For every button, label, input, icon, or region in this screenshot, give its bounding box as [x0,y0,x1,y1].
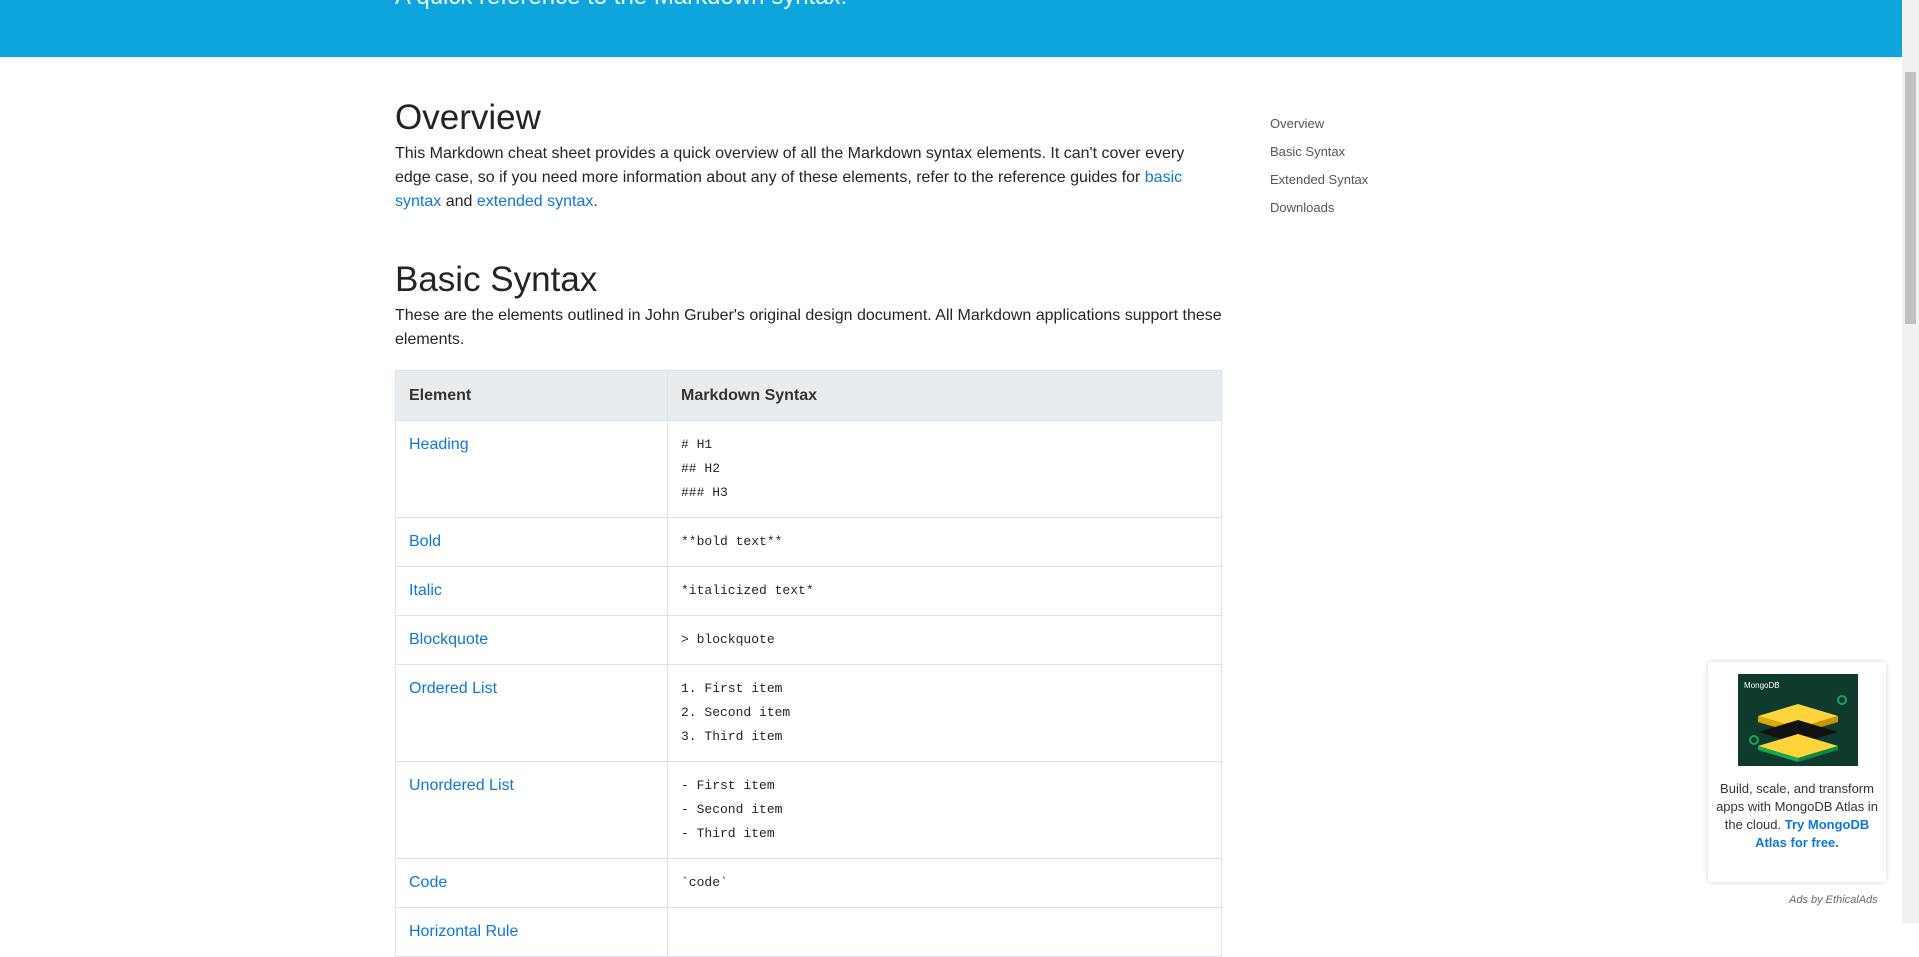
syntax-line: `code` [681,875,728,890]
ad-brand-text: MongoDB [1744,681,1780,690]
element-cell: Code [395,858,668,908]
table-row: Unordered List - First item - Second item -… [395,761,1222,859]
overview-text-and: and [441,193,477,210]
toc-item-overview[interactable]: Overview [1270,110,1368,138]
element-cell: Ordered List [395,664,668,762]
syntax-cell [667,907,1222,957]
syntax-line: ## H2 [681,461,721,476]
syntax-line: ### H3 [681,485,728,500]
table-of-contents: Overview Basic Syntax Extended Syntax Do… [1270,110,1368,222]
element-link[interactable]: Ordered List [409,680,497,697]
table-row: Horizontal Rule [395,907,1222,957]
table-row: Ordered List 1. First item 2. Second item 3… [395,664,1222,762]
syntax-cell: `code` [667,858,1222,908]
element-cell: Unordered List [395,761,668,859]
table-row: Heading # H1 ## H2 ### H3 [395,420,1222,518]
element-cell: Bold [395,517,668,567]
syntax-line: *italicized text* [681,583,814,598]
syntax-line: - First item [681,778,775,793]
toc-item-basic-syntax[interactable]: Basic Syntax [1270,138,1368,166]
element-link[interactable]: Blockquote [409,631,488,648]
syntax-cell: - First item - Second item - Third item [667,761,1222,859]
element-cell: Heading [395,420,668,518]
syntax-line: - Third item [681,826,775,841]
basic-syntax-heading: Basic Syntax [395,260,598,299]
syntax-line: **bold text** [681,534,783,549]
syntax-cell: # H1 ## H2 ### H3 [667,420,1222,518]
overview-text: This Markdown cheat sheet provides a qui… [395,145,1185,186]
scrollbar-thumb[interactable] [1905,72,1916,324]
toc-item-downloads[interactable]: Downloads [1270,194,1368,222]
ad-attribution[interactable]: Ads by EthicalAds [1789,894,1878,906]
page-header-banner: A quick reference to the Markdown syntax… [0,0,1902,57]
syntax-line: 3. Third item [681,729,783,744]
element-link[interactable]: Italic [409,582,442,599]
main-content: Overview This Markdown cheat sheet provi… [395,94,1222,957]
table-row: Blockquote > blockquote [395,615,1222,665]
element-cell: Italic [395,566,668,616]
syntax-cell: *italicized text* [667,566,1222,616]
ad-image[interactable]: MongoDB [1738,674,1858,766]
overview-paragraph: This Markdown cheat sheet provides a qui… [395,142,1222,214]
page-subtitle: A quick reference to the Markdown syntax… [395,0,847,11]
overview-heading: Overview [395,98,541,137]
syntax-cell: **bold text** [667,517,1222,567]
table-header-row: Element Markdown Syntax [395,370,1222,421]
element-link[interactable]: Bold [409,533,441,550]
ad-card[interactable]: MongoDB Build, scale, and transform apps… [1708,662,1886,882]
syntax-cell: 1. First item 2. Second item 3. Third item [667,664,1222,762]
syntax-line: # H1 [681,437,713,452]
syntax-table: Element Markdown Syntax Heading # H1 ## H2… [395,370,1222,957]
syntax-cell: > blockquote [667,615,1222,665]
basic-syntax-paragraph: These are the elements outlined in John … [395,307,1222,348]
syntax-line: - Second item [681,802,783,817]
column-header-element: Element [395,370,668,421]
ad-copy: Build, scale, and transform apps with Mo… [1716,780,1878,852]
element-link[interactable]: Horizontal Rule [409,923,518,940]
extended-syntax-link[interactable]: extended syntax [477,193,594,210]
element-link[interactable]: Unordered List [409,777,514,794]
element-cell: Horizontal Rule [395,907,668,957]
element-link[interactable]: Code [409,874,447,891]
column-header-syntax: Markdown Syntax [667,370,1222,421]
overview-text-end: . [593,193,598,210]
mongodb-layers-illustration: MongoDB [1738,674,1858,766]
syntax-line: 1. First item [681,681,783,696]
table-row: Italic *italicized text* [395,566,1222,616]
table-row: Code `code` [395,858,1222,908]
element-link[interactable]: Heading [409,436,469,453]
table-row: Bold **bold text** [395,517,1222,567]
syntax-line: > blockquote [681,632,775,647]
element-cell: Blockquote [395,615,668,665]
syntax-line: 2. Second item [681,705,791,720]
toc-item-extended-syntax[interactable]: Extended Syntax [1270,166,1368,194]
